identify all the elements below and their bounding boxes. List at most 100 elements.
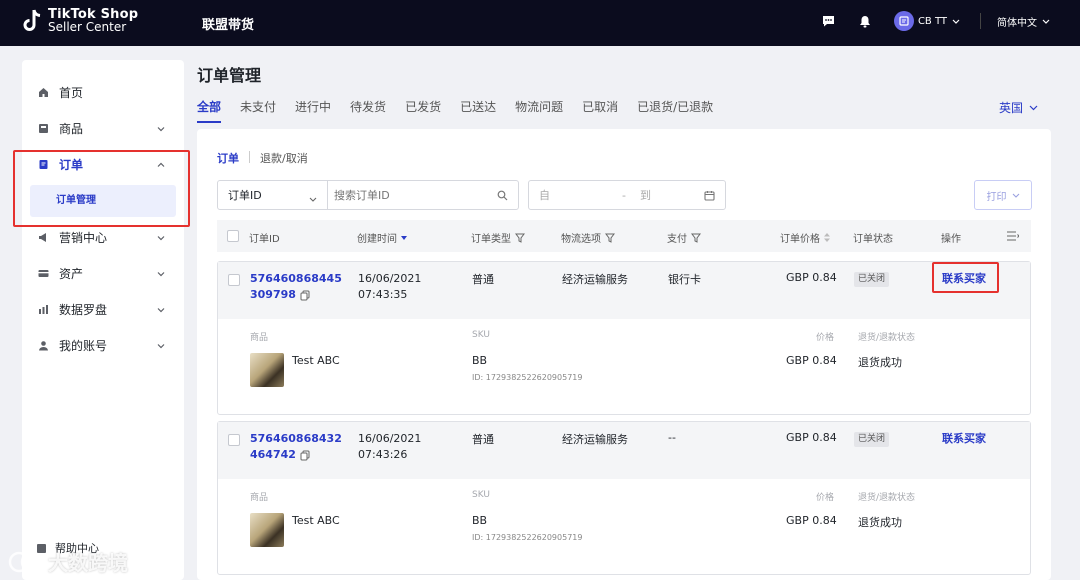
- filter-icon: [605, 233, 615, 243]
- tab-delivered[interactable]: 已送达: [460, 98, 496, 123]
- payment-method: --: [668, 431, 676, 444]
- search-icon[interactable]: [497, 190, 508, 204]
- label-price: 价格: [816, 333, 835, 343]
- sidebar-item-label: 数据罗盘: [59, 302, 108, 317]
- item-price: GBP 0.84: [786, 514, 837, 527]
- tab-unpaid[interactable]: 未支付: [240, 98, 276, 123]
- sidebar-item-my-account[interactable]: 我的账号: [22, 333, 184, 357]
- payment-method: 银行卡: [668, 273, 701, 286]
- search-type-select[interactable]: 订单ID: [218, 181, 328, 209]
- product-name[interactable]: Test ABC: [292, 354, 340, 367]
- col-order-price-label: 订单价格: [780, 234, 820, 245]
- megaphone-icon: [38, 232, 49, 243]
- sidebar-item-label: 营销中心: [59, 230, 108, 245]
- watermark: 大数跨境: [8, 547, 128, 576]
- bell-icon[interactable]: [858, 14, 872, 28]
- status-tabs: 全部 未支付 进行中 待发货 已发货 已送达 物流问题 已取消 已退货/已退款: [197, 98, 713, 123]
- tab-logistics-issue[interactable]: 物流问题: [515, 98, 563, 123]
- sidebar-item-label: 我的账号: [59, 338, 108, 353]
- subtab-divider: [249, 151, 250, 163]
- account-menu[interactable]: CB TT: [893, 11, 960, 31]
- chevron-down-icon: [1042, 16, 1050, 27]
- watermark-logo-icon: [8, 551, 42, 573]
- sidebar-item-assets[interactable]: 资产: [22, 261, 184, 285]
- logistics-option: 经济运输服务: [562, 433, 628, 446]
- chevron-down-icon: [156, 232, 166, 242]
- col-order-status: 订单状态: [853, 234, 893, 245]
- message-icon[interactable]: [822, 14, 836, 28]
- col-logistics[interactable]: 物流选项: [561, 230, 615, 245]
- order-id-link[interactable]: 576460868432 464742: [250, 431, 342, 463]
- created-date: 16/06/2021: [358, 432, 422, 445]
- chevron-down-icon: [1012, 193, 1020, 198]
- subtab-orders[interactable]: 订单: [217, 150, 239, 166]
- refund-status: 退货成功: [858, 516, 902, 529]
- chevron-down-icon: [156, 268, 166, 278]
- sidebar-item-products[interactable]: 商品: [22, 116, 184, 140]
- product-thumbnail[interactable]: [250, 353, 284, 387]
- select-all-checkbox[interactable]: [227, 230, 239, 242]
- order-price: GBP 0.84: [786, 431, 837, 444]
- contact-buyer-highlight-box: [932, 262, 999, 293]
- order-summary-row: 576460868432 464742 16/06/2021 07:43:26 …: [218, 422, 1030, 479]
- created-time: 16/06/2021 07:43:35: [358, 271, 421, 303]
- filter-icon: [515, 233, 525, 243]
- contact-buyer-link[interactable]: 联系买家: [942, 430, 986, 446]
- sidebar-item-label: 首页: [59, 85, 84, 100]
- col-created-time[interactable]: 创建时间: [357, 230, 407, 245]
- order-type: 普通: [472, 433, 494, 446]
- sidebar-item-home[interactable]: 首页: [22, 80, 184, 104]
- top-nav-affiliate[interactable]: 联盟带货: [202, 14, 254, 33]
- col-action: 操作: [941, 234, 961, 245]
- subtab-refund-cancel[interactable]: 退款/取消: [260, 150, 308, 166]
- chevron-down-icon: [309, 192, 317, 205]
- order-checkbox[interactable]: [228, 434, 240, 446]
- label-refund-status: 退货/退款状态: [858, 333, 916, 343]
- copy-icon[interactable]: [300, 290, 310, 301]
- col-payment[interactable]: 支付: [667, 230, 701, 245]
- sidebar-item-label: 资产: [59, 266, 84, 281]
- sidebar-item-marketing[interactable]: 营销中心: [22, 225, 184, 249]
- order-id-part2: 464742: [250, 448, 296, 461]
- language-switcher[interactable]: 简体中文: [997, 14, 1050, 29]
- tiktok-shop-logo[interactable]: TikTok Shop Seller Center: [22, 8, 138, 34]
- col-order-price[interactable]: 订单价格: [780, 230, 830, 245]
- tab-all[interactable]: 全部: [197, 98, 222, 123]
- tab-in-progress[interactable]: 进行中: [295, 98, 331, 123]
- logistics-option: 经济运输服务: [562, 273, 628, 286]
- tab-to-ship[interactable]: 待发货: [350, 98, 386, 123]
- region-selector[interactable]: 英国: [999, 99, 1038, 116]
- user-icon: [38, 340, 49, 351]
- sidebar-item-data-compass[interactable]: 数据罗盘: [22, 297, 184, 321]
- col-created-time-label: 创建时间: [357, 234, 397, 245]
- sort-icon: [824, 233, 830, 242]
- language-label: 简体中文: [997, 17, 1037, 29]
- tab-shipped[interactable]: 已发货: [405, 98, 441, 123]
- order-id-search-input[interactable]: [334, 188, 494, 202]
- tiktok-note-icon: [22, 8, 44, 34]
- col-order-type-label: 订单类型: [471, 234, 511, 245]
- chevron-down-icon: [156, 123, 166, 133]
- order-id-part2: 309798: [250, 288, 296, 301]
- column-settings-icon[interactable]: [1007, 231, 1020, 244]
- col-order-type[interactable]: 订单类型: [471, 230, 525, 245]
- print-button[interactable]: 打印: [974, 180, 1032, 210]
- chevron-down-icon: [952, 16, 960, 27]
- order-id-link[interactable]: 576460868445 309798: [250, 271, 342, 303]
- order-checkbox[interactable]: [228, 274, 240, 286]
- chevron-down-icon: [156, 304, 166, 314]
- sidebar: 首页 商品 订单 订单管理 营销中心 资产 数据罗盘 我的账号: [22, 60, 184, 580]
- label-sku: SKU: [472, 490, 490, 500]
- tab-returned-refunded[interactable]: 已退货/已退款: [637, 98, 713, 123]
- product-thumbnail[interactable]: [250, 513, 284, 547]
- copy-icon[interactable]: [300, 450, 310, 461]
- order-sub-tabs: 订单 退款/取消: [217, 150, 308, 166]
- top-bar: TikTok Shop Seller Center 联盟带货 CB TT 简体中…: [0, 0, 1080, 46]
- date-range-picker[interactable]: 自 - 到: [528, 180, 726, 210]
- chart-icon: [38, 304, 49, 315]
- chevron-down-icon: [156, 340, 166, 350]
- created-time: 16/06/2021 07:43:26: [358, 431, 421, 463]
- tab-cancelled[interactable]: 已取消: [582, 98, 618, 123]
- product-name[interactable]: Test ABC: [292, 514, 340, 527]
- filter-icon: [691, 233, 701, 243]
